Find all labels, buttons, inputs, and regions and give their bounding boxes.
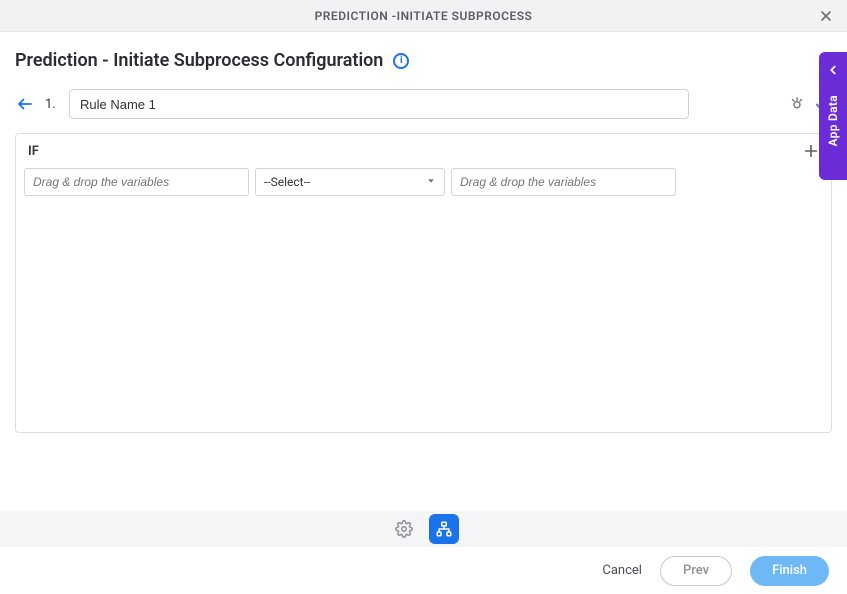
bottom-toolbar — [0, 511, 847, 547]
prev-button[interactable]: Prev — [660, 556, 732, 586]
footer: Cancel Prev Finish — [0, 547, 847, 594]
chevron-left-icon — [826, 62, 840, 81]
condition-panel: IF --Select-- — [15, 133, 832, 433]
finish-button[interactable]: Finish — [750, 556, 829, 586]
back-arrow-icon[interactable] — [15, 95, 35, 113]
condition-header-label: IF — [28, 144, 39, 159]
operator-select[interactable]: --Select-- — [255, 168, 445, 196]
condition-row: --Select-- — [16, 168, 831, 206]
info-icon[interactable]: i — [393, 53, 409, 69]
rule-index: 1. — [45, 97, 59, 112]
close-icon[interactable] — [815, 5, 837, 27]
condition-header: IF — [16, 134, 831, 168]
app-data-label: App Data — [826, 95, 840, 146]
settings-button[interactable] — [389, 514, 419, 544]
flowchart-button[interactable] — [429, 514, 459, 544]
rule-header-row: 1. — [15, 89, 832, 119]
titlebar: PREDICTION -INITIATE SUBPROCESS — [0, 0, 847, 32]
debug-icon[interactable] — [788, 95, 806, 113]
condition-right-dropzone[interactable] — [451, 168, 676, 196]
add-condition-icon[interactable] — [803, 143, 819, 159]
condition-left-dropzone[interactable] — [24, 168, 249, 196]
page-title: Prediction - Initiate Subprocess Configu… — [15, 50, 383, 71]
chevron-down-icon — [426, 175, 436, 189]
page-title-row: Prediction - Initiate Subprocess Configu… — [15, 50, 832, 71]
titlebar-text: PREDICTION -INITIATE SUBPROCESS — [315, 9, 533, 23]
main-content: Prediction - Initiate Subprocess Configu… — [0, 32, 847, 510]
operator-select-label: --Select-- — [264, 175, 310, 189]
cancel-button[interactable]: Cancel — [602, 563, 642, 578]
rule-name-input[interactable] — [69, 89, 689, 119]
app-data-tab[interactable]: App Data — [819, 52, 847, 180]
